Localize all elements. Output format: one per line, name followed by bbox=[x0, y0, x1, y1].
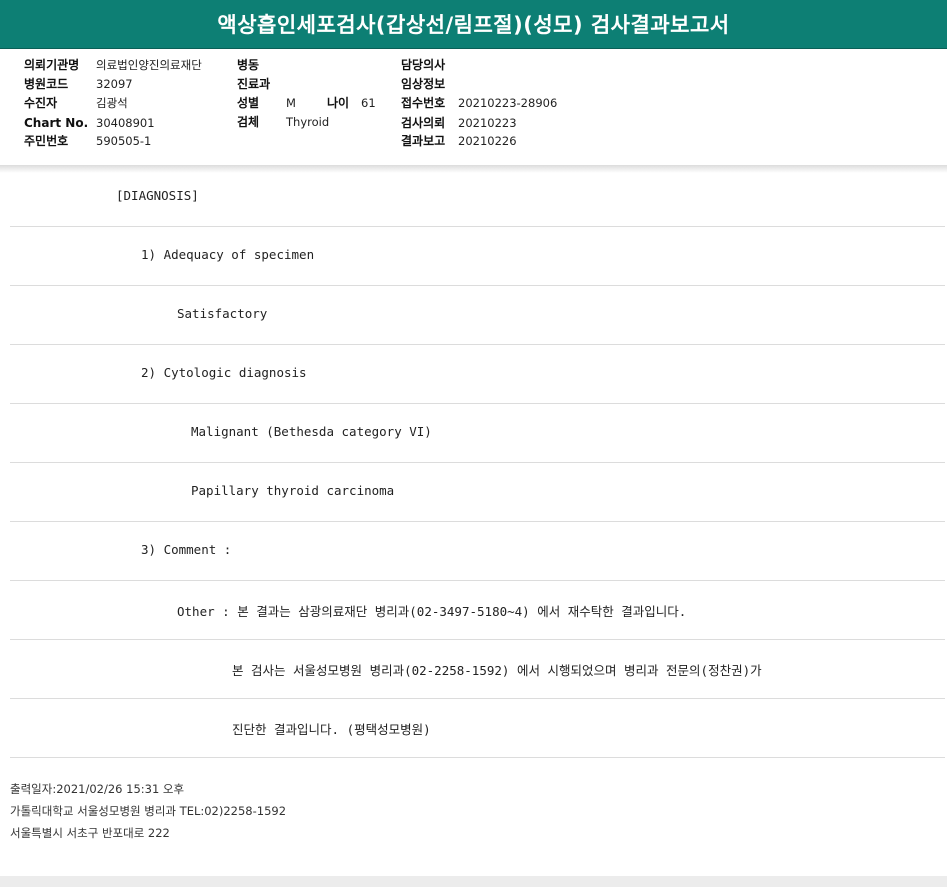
diagnosis-heading: [DIAGNOSIS] bbox=[116, 188, 199, 203]
print-date: 출력일자:2021/02/26 15:31 오후 bbox=[10, 782, 185, 796]
diagnosis-line: 1) Adequacy of specimen bbox=[10, 227, 945, 286]
info-label-sex: 성별 bbox=[237, 96, 260, 110]
diagnosis-line: 3) Comment : bbox=[10, 522, 945, 581]
info-label-report-date: 결과보고 bbox=[401, 134, 446, 148]
hospital-address: 서울특별시 서초구 반포대로 222 bbox=[10, 826, 170, 840]
info-label: 의뢰기관명 bbox=[24, 58, 80, 72]
info-label: 수진자 bbox=[24, 96, 58, 110]
hospital-contact: 가톨릭대학교 서울성모병원 병리과 TEL:02)2258-1592 bbox=[10, 804, 287, 818]
bottom-bar bbox=[0, 876, 947, 887]
info-row-chart-no: Chart No. bbox=[24, 116, 88, 130]
info-label: 병원코드 bbox=[24, 77, 69, 91]
diagnosis-line: 2) Cytologic diagnosis bbox=[10, 345, 945, 404]
info-row-resident-no: 주민번호 bbox=[24, 134, 68, 148]
diagnosis-item: 3) Comment : bbox=[141, 542, 232, 557]
diagnosis-comment: 진단한 결과입니다. (평택성모병원) bbox=[232, 722, 431, 737]
diagnosis-line: [DIAGNOSIS] bbox=[10, 168, 945, 227]
info-value-specimen: Thyroid bbox=[286, 115, 330, 129]
diagnosis-result: Satisfactory bbox=[177, 306, 268, 321]
info-label: 주민번호 bbox=[24, 134, 69, 148]
info-label-clinical-info: 임상정보 bbox=[401, 77, 446, 91]
info-value-sex: M bbox=[286, 96, 296, 110]
info-value-accession-no: 20210223-28906 bbox=[458, 96, 558, 110]
diagnosis-item: 2) Cytologic diagnosis bbox=[141, 365, 307, 380]
info-label-age: 나이 bbox=[327, 96, 350, 110]
info-value-institution: 의료법인양진의료재단 bbox=[96, 58, 202, 72]
info-value-resident-no: 590505-1 bbox=[96, 134, 152, 148]
diagnosis-section: [DIAGNOSIS] 1) Adequacy of specimen Sati… bbox=[10, 168, 945, 758]
diagnosis-result: Papillary thyroid carcinoma bbox=[191, 483, 395, 498]
info-value-report-date: 20210226 bbox=[458, 134, 517, 148]
diagnosis-comment: 본 검사는 서울성모병원 병리과(02-2258-1592) 에서 시행되었으며… bbox=[232, 663, 762, 678]
info-label-request-date: 검사의뢰 bbox=[401, 116, 446, 130]
info-value-hospital-code: 32097 bbox=[96, 77, 133, 91]
info-row-hospital-code: 병원코드 bbox=[24, 77, 68, 91]
patient-info-header: 의뢰기관명 의료법인양진의료재단 병원코드 32097 수진자 김광석 Char… bbox=[0, 49, 947, 166]
diagnosis-line: 본 검사는 서울성모병원 병리과(02-2258-1592) 에서 시행되었으며… bbox=[10, 640, 945, 699]
diagnosis-comment: Other : 본 결과는 삼광의료재단 병리과(02-3497-5180~4)… bbox=[177, 604, 687, 619]
info-label-physician: 담당의사 bbox=[401, 58, 446, 72]
info-value-patient: 김광석 bbox=[96, 96, 128, 110]
info-value-chart-no: 30408901 bbox=[96, 116, 155, 130]
diagnosis-line: Satisfactory bbox=[10, 286, 945, 345]
info-value-request-date: 20210223 bbox=[458, 116, 517, 130]
info-label-department: 진료과 bbox=[237, 77, 271, 91]
diagnosis-line: Papillary thyroid carcinoma bbox=[10, 463, 945, 522]
info-value-age: 61 bbox=[361, 96, 376, 110]
diagnosis-line: Other : 본 결과는 삼광의료재단 병리과(02-3497-5180~4)… bbox=[10, 581, 945, 640]
info-label-accession-no: 접수번호 bbox=[401, 96, 446, 110]
info-label-ward: 병동 bbox=[237, 58, 260, 72]
diagnosis-result: Malignant (Bethesda category VI) bbox=[191, 424, 432, 439]
report-title: 액상흡인세포검사(갑상선/림프절)(성모) 검사결과보고서 bbox=[0, 0, 947, 49]
diagnosis-line: Malignant (Bethesda category VI) bbox=[10, 404, 945, 463]
info-label: Chart No. bbox=[24, 116, 89, 130]
report-footer: 출력일자:2021/02/26 15:31 오후 가톨릭대학교 서울성모병원 병… bbox=[10, 778, 286, 844]
info-row-patient: 수진자 bbox=[24, 96, 57, 110]
diagnosis-item: 1) Adequacy of specimen bbox=[141, 247, 315, 262]
diagnosis-line: 진단한 결과입니다. (평택성모병원) bbox=[10, 699, 945, 758]
info-label-specimen: 검체 bbox=[237, 115, 260, 129]
info-row-institution: 의뢰기관명 bbox=[24, 58, 79, 72]
